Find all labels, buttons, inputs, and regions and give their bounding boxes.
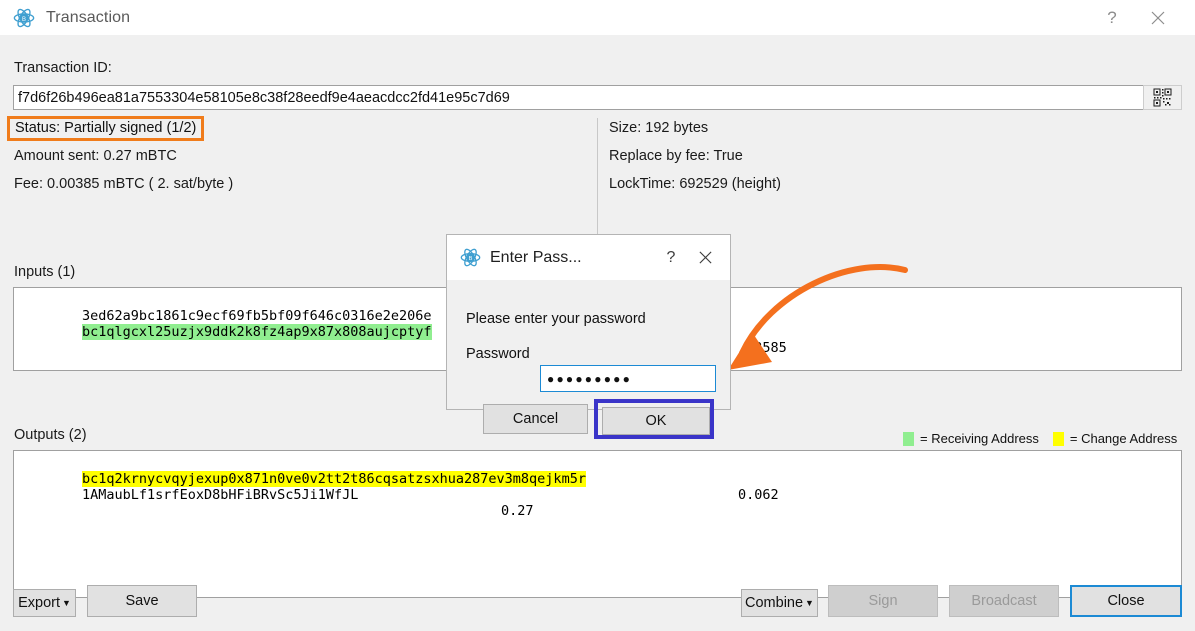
bitcoin-atom-icon: B (459, 247, 481, 269)
dialog-help-button[interactable]: ? (654, 238, 688, 278)
window-titlebar: B Transaction ? (0, 0, 1195, 35)
save-button[interactable]: Save (87, 585, 197, 617)
export-button[interactable]: Export ▼ (13, 589, 76, 617)
receiving-address-swatch (903, 431, 914, 446)
transaction-id-label: Transaction ID: (14, 60, 112, 76)
chevron-down-icon: ▼ (805, 597, 814, 608)
transaction-id-field[interactable]: f7d6f26b496ea81a7553304e58105e8c38f28eed… (13, 85, 1149, 110)
export-button-label: Export (18, 595, 60, 611)
qr-code-icon[interactable] (1143, 85, 1182, 110)
dialog-title: Enter Pass... (490, 248, 582, 266)
input-address-1: bc1qlgcxl25uzjx9ddk2k8fz4ap9x87x808aujcp… (82, 324, 432, 340)
locktime-label: LockTime: 692529 (height) (609, 176, 781, 192)
broadcast-button: Broadcast (949, 585, 1059, 617)
receiving-address-legend-label: = Receiving Address (920, 431, 1039, 446)
amount-sent-label: Amount sent: 0.27 mBTC (14, 148, 177, 164)
dialog-close-icon[interactable] (688, 238, 722, 278)
enter-password-dialog: B Enter Pass... ? Please enter your pass… (446, 234, 731, 439)
bitcoin-atom-icon: B (12, 6, 36, 30)
help-button[interactable]: ? (1089, 1, 1135, 35)
output-amount-1: 0.27 (501, 503, 534, 519)
output-amount-0: 0.062 (738, 487, 779, 503)
change-address-legend-label: = Change Address (1069, 431, 1178, 446)
fee-label: Fee: 0.00385 mBTC ( 2. sat/byte ) (14, 176, 234, 192)
inputs-header: Inputs (1) (14, 264, 76, 280)
output-address-1: 1AMaubLf1srfEoxD8bHFiBRvSc5Ji1WfJL (82, 487, 359, 503)
window-title: Transaction (46, 8, 131, 26)
sign-button: Sign (828, 585, 938, 617)
change-address-swatch (1052, 431, 1064, 446)
cancel-button[interactable]: Cancel (483, 404, 588, 434)
close-button[interactable]: Close (1070, 585, 1182, 617)
list-item[interactable]: bc1q2krnycvqyjexup0x871n0ve0v2tt2t86cqsa… (14, 455, 1181, 503)
combine-button[interactable]: Combine ▼ (741, 589, 818, 617)
combine-button-label: Combine (745, 595, 804, 611)
chevron-down-icon: ▼ (62, 597, 71, 608)
input-amount-1: .33585 (738, 340, 787, 356)
close-icon[interactable] (1135, 1, 1181, 35)
dialog-titlebar: B Enter Pass... ? (447, 235, 730, 280)
status-badge: Status: Partially signed (1/2) (7, 116, 205, 141)
list-item[interactable]: 1AMaubLf1srfEoxD8bHFiBRvSc5Ji1WfJL 0.27 (14, 471, 1181, 519)
transaction-window: B Transaction ? Transaction ID: f7d6f26b… (0, 0, 1195, 631)
dialog-body: Please enter your password Password ●●●●… (447, 280, 730, 439)
svg-text:B: B (468, 256, 472, 262)
password-field[interactable]: ●●●●●●●●● (540, 365, 716, 392)
password-label: Password (466, 346, 530, 362)
ok-button-highlight: OK (594, 399, 714, 439)
svg-text:B: B (22, 16, 26, 22)
ok-button[interactable]: OK (602, 407, 710, 435)
replace-by-fee-label: Replace by fee: True (609, 148, 743, 164)
address-color-legend: = Receiving Address = Change Address (903, 431, 1177, 446)
outputs-header: Outputs (2) (14, 427, 87, 443)
outputs-list[interactable]: bc1q2krnycvqyjexup0x871n0ve0v2tt2t86cqsa… (13, 450, 1182, 598)
dialog-prompt: Please enter your password (466, 311, 646, 327)
size-label: Size: 192 bytes (609, 120, 709, 136)
